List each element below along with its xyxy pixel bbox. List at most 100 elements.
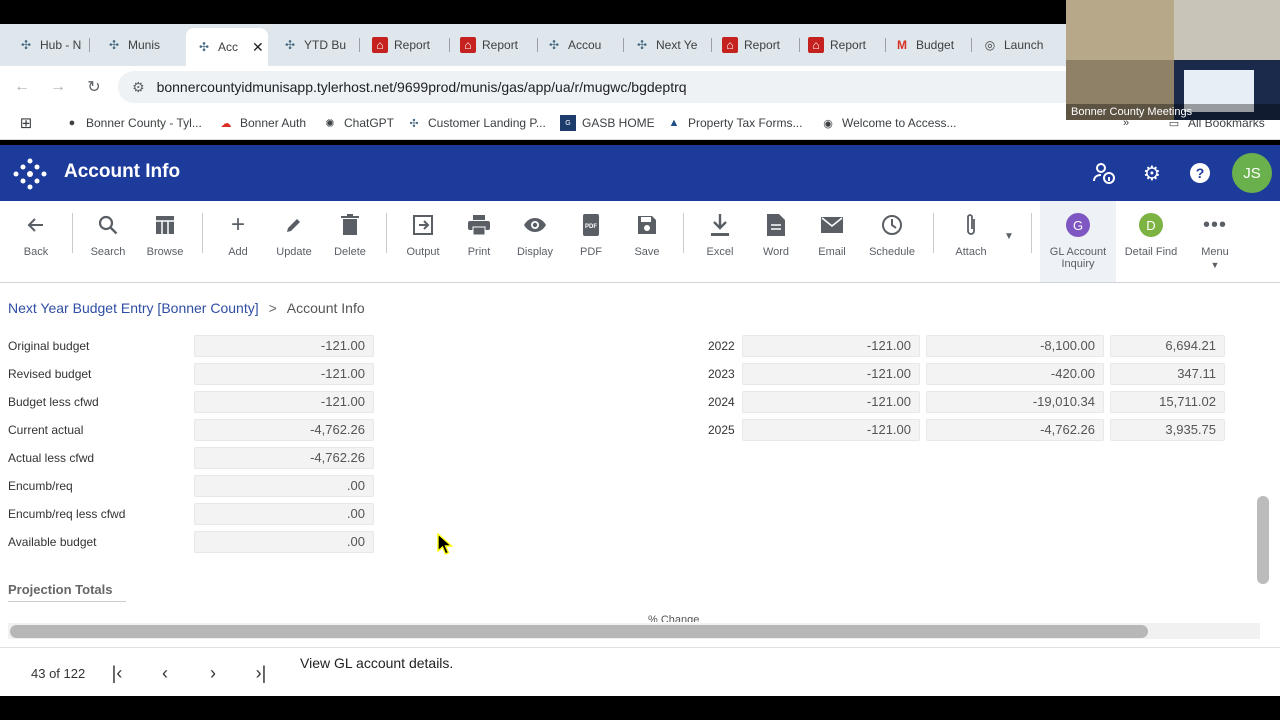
print-button[interactable]: Print <box>449 213 509 258</box>
browser-tab-active[interactable]: ✣ Acc ✕ <box>186 28 268 66</box>
apps-grid-icon[interactable]: ⊞ <box>18 115 40 132</box>
delete-button[interactable]: Delete <box>320 213 380 258</box>
tab-label: YTD Bu <box>304 38 347 52</box>
last-record-icon[interactable]: ›| <box>250 662 272 684</box>
browser-tab[interactable]: ✣ Hub - N <box>18 32 90 58</box>
bookmark-item[interactable]: ◉ Welcome to Access... <box>820 115 956 131</box>
vertical-scrollbar[interactable] <box>1257 496 1269 584</box>
word-button[interactable]: Word <box>746 213 806 258</box>
globe-icon: ◉ <box>823 117 833 130</box>
trash-icon <box>320 213 380 237</box>
history-actual-cell[interactable]: -420.00 <box>926 363 1104 385</box>
history-budget-cell[interactable]: -121.00 <box>742 363 920 385</box>
reload-icon[interactable]: ↻ <box>84 77 104 97</box>
gl-account-inquiry-button[interactable]: G GL Account Inquiry <box>1040 201 1116 282</box>
history-actual-cell[interactable]: -4,762.26 <box>926 419 1104 441</box>
browser-tab[interactable]: ✣ Munis <box>106 32 186 58</box>
schedule-button[interactable]: Schedule <box>862 213 922 258</box>
output-button[interactable]: Output <box>393 213 453 258</box>
browser-tab[interactable]: ⌂ Report <box>460 32 538 58</box>
bookmark-item[interactable]: ▲ Property Tax Forms... <box>666 115 803 131</box>
site-info-icon[interactable]: ⚙ <box>132 79 145 96</box>
auth-icon: ☁ <box>220 117 232 130</box>
first-record-icon[interactable]: |‹ <box>106 662 128 684</box>
url-field[interactable]: ⚙ bonnercountyidmunisapp.tylerhost.net/9… <box>118 71 1078 103</box>
browser-tab[interactable]: ⌂ Report <box>808 32 886 58</box>
budget-less-cfwd-field[interactable]: -121.00 <box>194 391 374 413</box>
output-label: Output <box>406 246 440 258</box>
breadcrumb: Next Year Budget Entry [Bonner County] >… <box>8 300 365 316</box>
idaho-icon: ▲ <box>668 117 680 129</box>
bookmark-label: Bonner Auth <box>240 116 307 130</box>
avatar[interactable]: JS <box>1232 153 1272 193</box>
detail-find-button[interactable]: D Detail Find <box>1121 213 1181 258</box>
browser-tab[interactable]: M Budget <box>894 32 972 58</box>
plus-icon: + <box>230 211 245 238</box>
pdf-button[interactable]: PDF PDF <box>561 213 621 258</box>
breadcrumb-parent-link[interactable]: Next Year Budget Entry [Bonner County] <box>8 300 259 316</box>
history-variance-cell[interactable]: 6,694.21 <box>1110 335 1225 357</box>
excel-button[interactable]: Excel <box>690 213 750 258</box>
browse-label: Browse <box>146 246 184 258</box>
back-label: Back <box>23 246 49 258</box>
caret-down-icon: ▼ <box>1004 231 1014 242</box>
previous-record-icon[interactable]: ‹ <box>154 662 176 684</box>
bookmark-item[interactable]: ✣ Customer Landing P... <box>406 115 545 131</box>
history-budget-cell[interactable]: -121.00 <box>742 335 920 357</box>
back-button[interactable]: Back <box>6 213 66 258</box>
user-info-icon[interactable] <box>1092 161 1116 185</box>
browser-tab[interactable]: ⌂ Report <box>722 32 800 58</box>
video-call-overlay: Bonner County Meetings <box>1066 0 1280 120</box>
history-actual-cell[interactable]: -8,100.00 <box>926 335 1104 357</box>
bookmark-item[interactable]: G GASB HOME <box>560 115 655 131</box>
bookmark-item[interactable]: ✺ ChatGPT <box>322 115 394 131</box>
action-toolbar: Back Search Browse + Add Update Delete O… <box>0 201 1280 283</box>
history-budget-cell[interactable]: -121.00 <box>742 391 920 413</box>
browse-button[interactable]: Browse <box>135 213 195 258</box>
gear-icon[interactable]: ⚙ <box>1140 161 1164 185</box>
help-icon[interactable]: ? <box>1188 161 1212 185</box>
display-button[interactable]: Display <box>505 213 565 258</box>
browser-tab[interactable]: ✣ Next Ye <box>634 32 712 58</box>
forward-arrow-icon[interactable]: → <box>48 77 68 97</box>
next-record-icon[interactable]: › <box>202 662 224 684</box>
horizontal-scrollbar-thumb[interactable] <box>10 625 1148 638</box>
history-variance-cell[interactable]: 347.11 <box>1110 363 1225 385</box>
history-budget-cell[interactable]: -121.00 <box>742 419 920 441</box>
email-button[interactable]: Email <box>802 213 862 258</box>
bookmark-label: ChatGPT <box>344 116 395 130</box>
bookmark-item[interactable]: ☁ Bonner Auth <box>218 115 307 131</box>
app-header: Account Info ⚙ ? JS <box>0 145 1280 201</box>
history-actual-cell[interactable]: -19,010.34 <box>926 391 1104 413</box>
browser-tab[interactable]: ⌂ Report <box>372 32 450 58</box>
history-variance-cell[interactable]: 15,711.02 <box>1110 391 1225 413</box>
munis-icon: ✣ <box>284 38 296 52</box>
current-actual-field[interactable]: -4,762.26 <box>194 419 374 441</box>
original-budget-field[interactable]: -121.00 <box>194 335 374 357</box>
available-budget-field[interactable]: .00 <box>194 531 374 553</box>
save-button[interactable]: Save <box>617 213 677 258</box>
browser-tab[interactable]: ◎ Launch <box>982 32 1062 58</box>
actual-less-cfwd-field[interactable]: -4,762.26 <box>194 447 374 469</box>
search-button[interactable]: Search <box>78 213 138 258</box>
clock-icon <box>862 213 922 237</box>
revised-budget-field[interactable]: -121.00 <box>194 363 374 385</box>
tyler-logo-icon[interactable] <box>12 157 48 191</box>
page-title: Account Info <box>64 161 181 182</box>
history-variance-cell[interactable]: 3,935.75 <box>1110 419 1225 441</box>
add-button[interactable]: + Add <box>208 211 268 258</box>
browser-tab[interactable]: ✣ Accou <box>546 32 624 58</box>
menu-button[interactable]: ••• Menu ▼ <box>1185 213 1245 271</box>
back-arrow-icon[interactable]: ← <box>12 77 32 97</box>
encumb-req-less-cfwd-field[interactable]: .00 <box>194 503 374 525</box>
browser-tab[interactable]: ✣ YTD Bu <box>282 32 360 58</box>
update-button[interactable]: Update <box>264 213 324 258</box>
bookmark-item[interactable]: ● Bonner County - Tyl... <box>64 115 202 131</box>
attach-dropdown[interactable]: ▼ <box>1000 231 1018 242</box>
printer-icon <box>449 213 509 237</box>
attach-button[interactable]: Attach <box>941 213 1001 258</box>
close-icon[interactable]: ✕ <box>252 39 264 56</box>
globe-icon: ◎ <box>984 38 996 52</box>
encumb-req-field[interactable]: .00 <box>194 475 374 497</box>
history-year: 2024 <box>708 395 735 409</box>
